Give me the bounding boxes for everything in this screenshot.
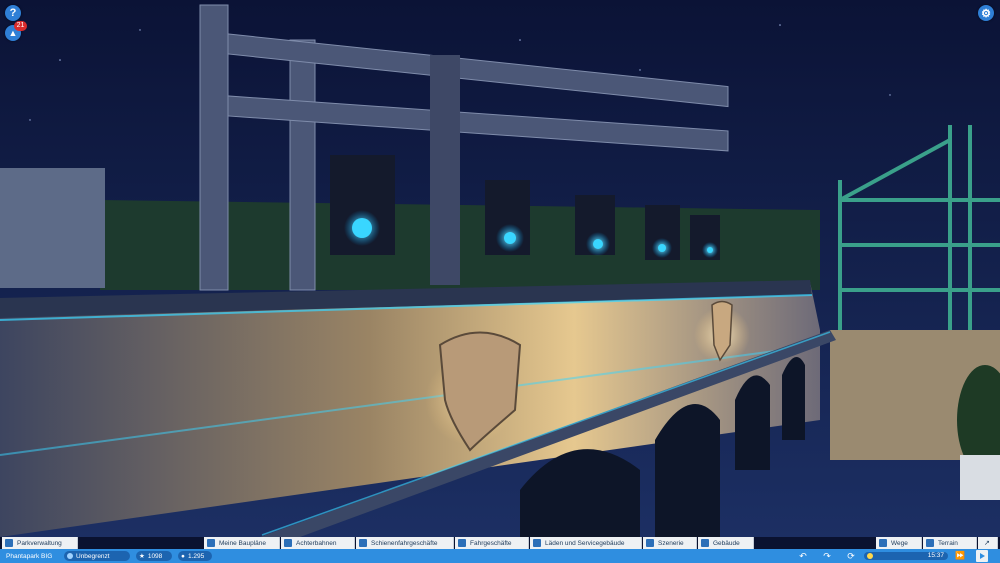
fast-forward-icon: ⏩ (955, 551, 965, 560)
shop-icon (533, 539, 541, 547)
undo-button[interactable]: ↶ (798, 551, 808, 561)
tree-icon (646, 539, 654, 547)
tab-laeden-und-servicegebaeude[interactable]: Läden und Servicegebäude (530, 537, 642, 549)
ride-icon (458, 539, 466, 547)
rollercoaster-icon (284, 539, 292, 547)
notification-count-badge: 21 (14, 21, 27, 31)
money-icon (67, 553, 73, 559)
rotate-camera-button[interactable]: ⟳ (846, 551, 856, 561)
night-park-scene (0, 0, 1000, 537)
settings-button[interactable]: ⚙ (978, 5, 994, 21)
tab-wege[interactable]: Wege (876, 537, 922, 549)
build-tab-bar: Parkverwaltung Meine Baupläne Achterbahn… (0, 537, 1000, 549)
path-icon (879, 539, 887, 547)
redo-button[interactable]: ↷ (822, 551, 832, 561)
tab-parkverwaltung[interactable]: Parkverwaltung (2, 537, 78, 549)
building-icon (701, 539, 709, 547)
gear-icon: ⚙ (981, 7, 991, 20)
tab-gebaeude[interactable]: Gebäude (698, 537, 754, 549)
game-viewport[interactable] (0, 0, 1000, 537)
clock-time: 15:37 (927, 552, 944, 559)
undo-icon: ↶ (799, 551, 807, 561)
tab-terrain[interactable]: Terrain (923, 537, 977, 549)
castle-icon (5, 539, 13, 547)
money-display[interactable]: Unbegrenzt (64, 551, 130, 561)
tab-fahrgeschaefte[interactable]: Fahrgeschäfte (455, 537, 529, 549)
tab-achterbahnen[interactable]: Achterbahnen (281, 537, 355, 549)
status-bar: Phantapark BIG Unbegrenzt ★ 1098 ● 1.295 ↶… (0, 549, 1000, 563)
help-button[interactable]: ? (5, 5, 21, 21)
guests-icon: ● (181, 552, 185, 560)
time-of-day-bar[interactable]: 15:37 (864, 552, 948, 560)
sun-icon (867, 553, 873, 559)
tab-schienenfahrgeschaefte[interactable]: Schienenfahrgeschäfte (356, 537, 454, 549)
fast-forward-button[interactable]: ⏩ (955, 551, 965, 561)
redo-icon: ↷ (823, 551, 831, 561)
blueprint-icon (207, 539, 215, 547)
tab-meine-bauplaene[interactable]: Meine Baupläne (204, 537, 280, 549)
terrain-icon (926, 539, 934, 547)
train-icon (359, 539, 367, 547)
park-name[interactable]: Phantapark BIG (6, 549, 52, 563)
tab-szenerie[interactable]: Szenerie (643, 537, 697, 549)
star-icon: ★ (139, 553, 145, 560)
expand-icon: ↗ (984, 540, 990, 547)
question-mark-icon: ? (9, 7, 17, 19)
guest-count-display[interactable]: ● 1.295 (178, 551, 212, 561)
rotate-icon: ⟳ (847, 551, 855, 561)
expand-toolbar-button[interactable]: ↗ (978, 537, 998, 549)
play-button[interactable] (976, 550, 988, 562)
park-rating-display[interactable]: ★ 1098 (136, 551, 172, 561)
